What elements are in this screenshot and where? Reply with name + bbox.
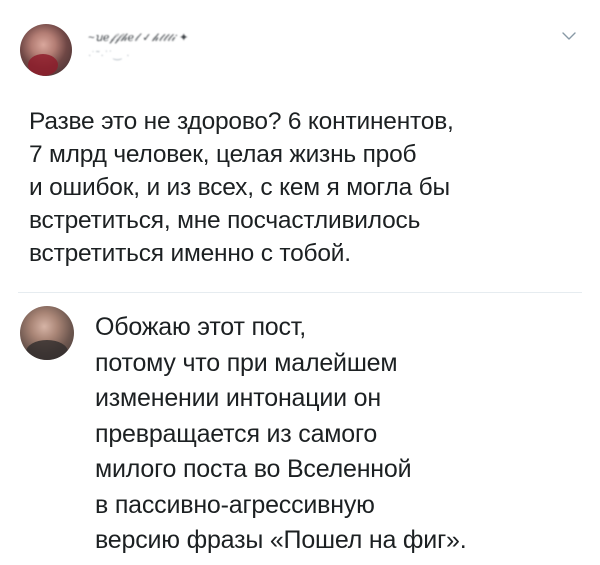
author-handle[interactable]: ·͘ ˜·ˈ˙‿ · [88,50,131,61]
reply-line: потому что при малейшем [95,348,398,377]
reply-line: превращается из самого [95,419,378,448]
tweet-line: и ошибок, и из всех, с кем я могла бы [29,174,450,201]
author-name[interactable]: ~ꭒℯ𝒻𝒻𝒽ℯ𝓁 ✓𝒽𝓉𝓉𝓉𝒾 ✦ [88,30,189,45]
reply-line: в пассивно-агрессивную [95,490,375,519]
author-avatar[interactable] [20,24,72,76]
divider [18,292,582,293]
tweet-line: встретиться именно с тобой. [29,240,351,267]
reply-line: милого поста во Вселенной [95,455,412,483]
reply-line: версию фразы «Пошел на фиг». [95,526,467,554]
tweet-line: встретиться, мне посчастливилось [29,207,421,234]
tweet-line: 7 млрд человек, целая жизнь проб [29,141,417,168]
tweet-text: Разве это не здорово? 6 континентов, 7 м… [29,105,574,270]
reply-line: изменении интонации он [95,384,381,412]
reply-text: Обожаю этот пост, потому что при малейше… [95,310,565,559]
reply-avatar[interactable] [20,306,74,360]
chevron-down-icon[interactable] [561,30,577,42]
reply-line: Обожаю этот пост, [95,313,307,341]
tweet-line: Разве это не здорово? 6 континентов, [29,108,454,135]
